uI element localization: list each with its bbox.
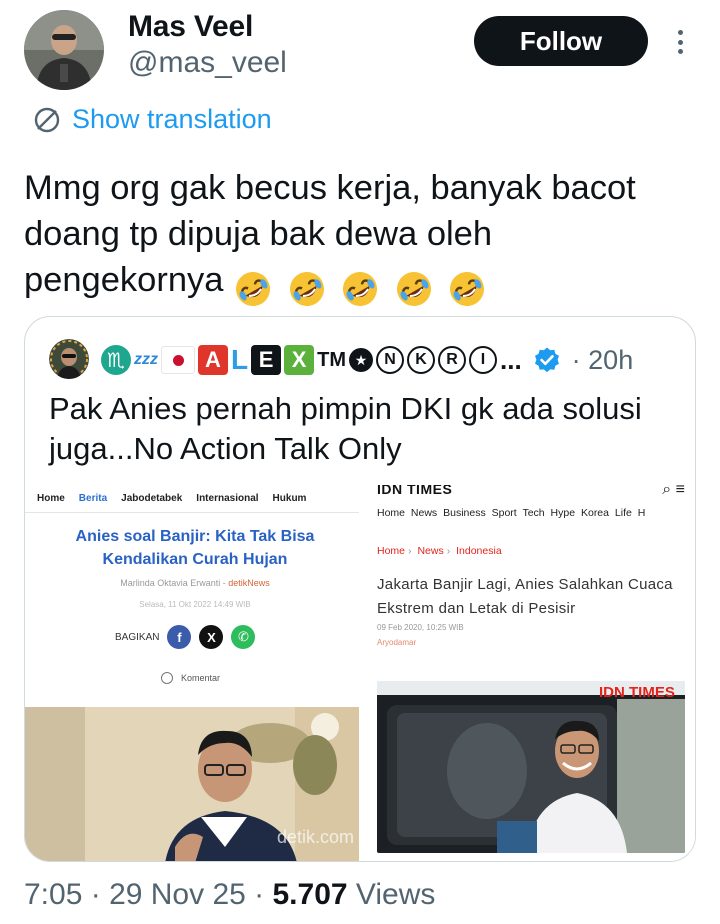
tweet-meta: 7:05 · 29 Nov 25 · 5.707 Views — [24, 878, 436, 911]
scorpio-icon: ♏ — [101, 345, 131, 375]
name-letter-n: N — [376, 346, 404, 374]
views-count[interactable]: 5.707 — [273, 878, 348, 911]
name-tm: TM — [317, 348, 346, 371]
detik-headline: Anies soal Banjir: Kita Tak Bisa Kendali… — [75, 528, 315, 568]
name-ellipsis: ... — [500, 344, 522, 375]
author-handle[interactable]: @mas_veel — [128, 46, 287, 80]
rofl-emoji-icon — [450, 271, 485, 306]
views-label[interactable]: Views — [356, 878, 435, 911]
detik-nav-home: Home — [37, 493, 65, 504]
idn-crumb-news: News — [417, 545, 444, 557]
comment-icon — [161, 672, 173, 684]
idn-photo: IDN TIMES — [377, 681, 685, 853]
verified-badge-icon — [534, 347, 559, 373]
detik-source: detikNews — [228, 578, 270, 588]
comment-label: Komentar — [181, 673, 221, 683]
quoted-author-avatar[interactable] — [49, 339, 89, 379]
star-icon: ★ — [349, 348, 373, 372]
quoted-image-left[interactable]: Home Berita Jabodetabek Internasional Hu… — [25, 485, 359, 861]
name-letter-r: R — [438, 346, 466, 374]
quoted-image-right[interactable]: IDN TIMES ⌕ ≡ Home News Business Sport T… — [363, 485, 695, 861]
name-letter-i: I — [469, 346, 497, 374]
rofl-emoji-icon — [289, 271, 324, 306]
name-letter-a: A — [198, 345, 228, 375]
tweet-time[interactable]: 7:05 — [24, 878, 82, 911]
detik-nav-hukum: Hukum — [272, 493, 307, 504]
idn-author: Aryodamar — [377, 638, 417, 647]
author-display-name[interactable]: Mas Veel — [128, 10, 253, 44]
idn-headline: Jakarta Banjir Lagi, Anies Salahkan Cuac… — [377, 576, 673, 617]
detik-date: Selasa, 11 Okt 2022 14:49 WIB — [139, 600, 251, 609]
quoted-author-name[interactable]: ♏ zzz A L E X TM ★ N K R I ... · 20h — [101, 341, 633, 379]
detik-photo: detik.com — [25, 707, 359, 861]
idn-photo-watermark: IDN TIMES — [599, 684, 675, 701]
x-icon: X — [199, 625, 224, 649]
show-translation-link[interactable]: Show translation — [32, 104, 272, 135]
name-letter-l: L — [231, 344, 249, 375]
rofl-emoji-icon — [396, 271, 431, 306]
whatsapp-icon: ✆ — [231, 625, 256, 649]
detik-nav-berita: Berita — [78, 493, 108, 504]
more-options-icon[interactable] — [666, 28, 694, 56]
idn-crumb-indonesia: Indonesia — [456, 545, 502, 557]
rofl-emoji-icon — [343, 271, 378, 306]
idn-crumb-home: Home — [377, 545, 406, 557]
detik-watermark: detik.com — [277, 827, 354, 847]
japan-flag-icon — [161, 346, 195, 374]
detik-comment-row: Komentar — [161, 672, 220, 684]
idn-breadcrumb: Home › News › Indonesia — [377, 545, 502, 557]
quoted-tweet-card[interactable]: ♏ zzz A L E X TM ★ N K R I ... · 20h Pak… — [24, 316, 696, 862]
idn-nav-bar: Home News Business Sport Tech Hype Korea… — [377, 507, 646, 519]
quoted-tweet-time[interactable]: · 20h — [572, 345, 634, 376]
idn-date: 09 Feb 2020, 10:25 WIB — [377, 623, 464, 632]
emoji-row — [233, 264, 491, 310]
share-label: BAGIKAN — [115, 631, 160, 643]
detik-nav-bar: Home Berita Jabodetabek Internasional Hu… — [25, 485, 359, 513]
translate-icon — [34, 107, 60, 132]
follow-button[interactable]: Follow — [474, 16, 648, 66]
detik-share-row: BAGIKAN f X ✆ — [115, 625, 256, 649]
name-letter-e: E — [251, 345, 282, 375]
detik-author: Marlinda Oktavia Erwanti — [120, 578, 221, 588]
zzz-icon: zzz — [134, 351, 158, 368]
show-translation-label: Show translation — [72, 104, 272, 134]
author-avatar[interactable] — [24, 10, 104, 90]
detik-nav-jabodetabek: Jabodetabek — [121, 493, 183, 504]
idn-search-menu-icon: ⌕ ≡ — [662, 485, 685, 498]
facebook-icon: f — [167, 625, 192, 649]
detik-byline: Marlinda Oktavia Erwanti - detikNews — [120, 578, 270, 588]
name-letter-x: X — [284, 345, 315, 375]
tweet-date[interactable]: 29 Nov 25 — [109, 878, 246, 911]
rofl-emoji-icon — [236, 271, 271, 306]
idn-brand: IDN TIMES — [377, 485, 453, 497]
name-letter-k: K — [407, 346, 435, 374]
detik-nav-internasional: Internasional — [196, 493, 259, 504]
tweet-text: Mmg org gak becus kerja, banyak bacot do… — [24, 165, 684, 310]
quoted-tweet-text: Pak Anies pernah pimpin DKI gk ada solus… — [49, 391, 642, 466]
